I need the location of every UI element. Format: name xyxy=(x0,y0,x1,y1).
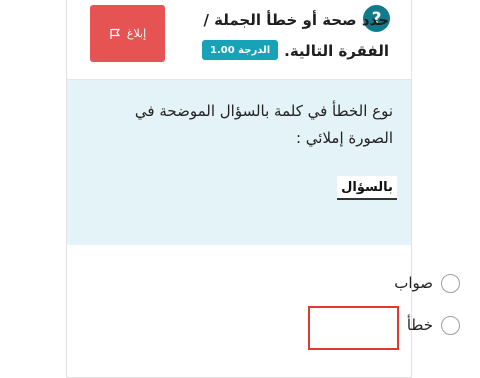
question-text: نوع الخطأ في كلمة بالسؤال الموضحة في الص… xyxy=(134,102,393,147)
radio-button[interactable] xyxy=(441,315,460,335)
question-image: بالسؤال xyxy=(337,176,397,200)
report-button-label: إبلاغ xyxy=(126,27,147,40)
option-label: خطأ xyxy=(406,316,433,334)
option-wrong[interactable]: خطأ xyxy=(407,313,460,337)
question-title-line2: الفقرة التالية. xyxy=(284,42,389,60)
option-correct[interactable]: صواب xyxy=(394,271,460,295)
question-header: ? حدد صحة أو خطأ الجملة / الفقرة التالية… xyxy=(67,0,411,80)
question-body: نوع الخطأ في كلمة بالسؤال الموضحة في الص… xyxy=(67,80,411,245)
highlight-box xyxy=(308,306,399,350)
report-button[interactable]: إبلاغ xyxy=(90,5,165,62)
flag-icon xyxy=(110,28,120,39)
grade-badge: الدرجة 1.00 xyxy=(202,40,279,60)
option-label: صواب xyxy=(394,274,433,292)
question-title: حدد صحة أو خطأ الجملة / xyxy=(203,11,389,29)
radio-button[interactable] xyxy=(441,273,460,293)
